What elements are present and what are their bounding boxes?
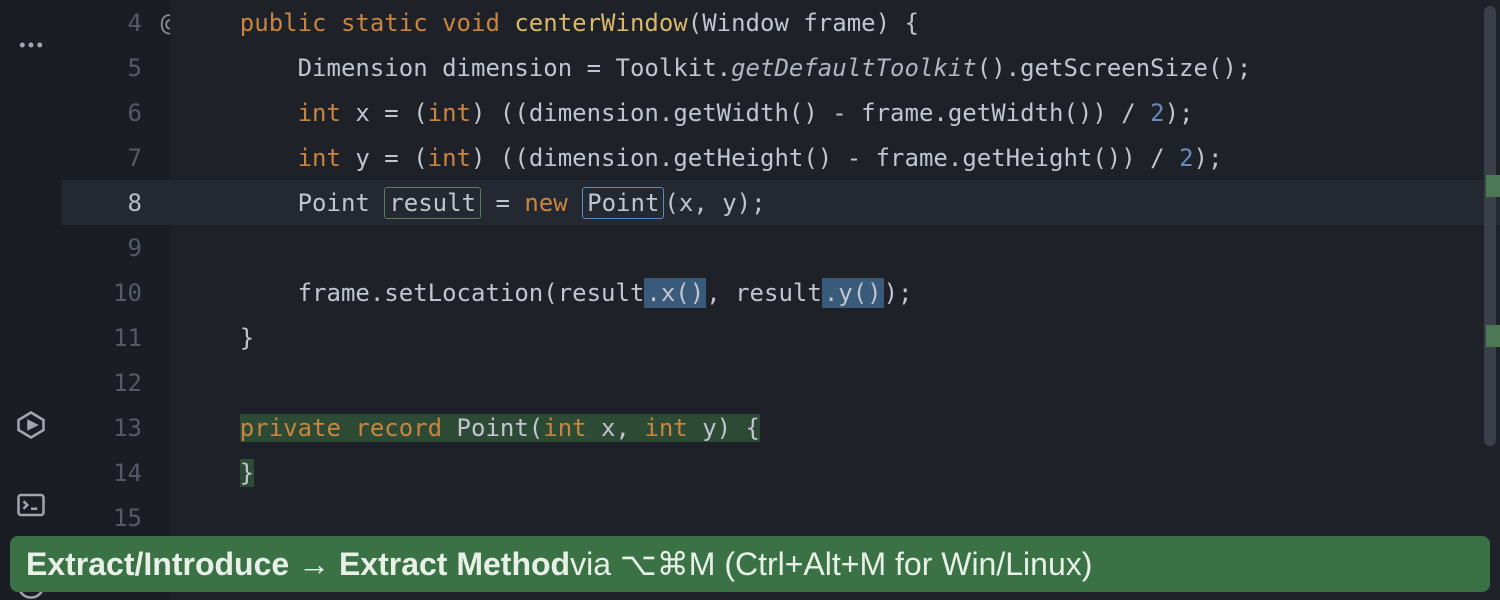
code-line[interactable]: Point result = new Point(x, y); bbox=[170, 180, 1500, 225]
code-line[interactable] bbox=[170, 495, 1500, 540]
minimap-change-mark[interactable] bbox=[1486, 325, 1500, 347]
code-editor[interactable]: public static void centerWindow(Window f… bbox=[170, 0, 1500, 600]
activity-bar bbox=[0, 0, 62, 600]
minimap-change-mark[interactable] bbox=[1486, 175, 1500, 197]
scrollbar-track[interactable] bbox=[1480, 0, 1500, 536]
code-line[interactable]: Dimension dimension = Toolkit.getDefault… bbox=[170, 45, 1500, 90]
more-icon[interactable] bbox=[16, 30, 46, 60]
tip-shortcut: via ⌥⌘M (Ctrl+Alt+M for Win/Linux) bbox=[570, 545, 1092, 583]
code-line[interactable]: int x = (int) ((dimension.getWidth() - f… bbox=[170, 90, 1500, 135]
tip-bar: Extract/Introduce → Extract Method via ⌥… bbox=[10, 536, 1490, 592]
line-number: 13 bbox=[62, 405, 170, 450]
code-line[interactable] bbox=[170, 360, 1500, 405]
code-line[interactable]: private record Point(int x, int y) { bbox=[170, 405, 1500, 450]
line-number: 10 bbox=[62, 270, 170, 315]
line-number: 14 bbox=[62, 450, 170, 495]
line-number: 11 bbox=[62, 315, 170, 360]
line-number: 4@ bbox=[62, 0, 170, 45]
run-icon[interactable] bbox=[16, 410, 46, 440]
line-number: 5 bbox=[62, 45, 170, 90]
code-line[interactable]: frame.setLocation(result.x(), result.y()… bbox=[170, 270, 1500, 315]
line-number-gutter: 4@56789101112131415 bbox=[62, 0, 170, 600]
line-number: 12 bbox=[62, 360, 170, 405]
code-line[interactable]: int y = (int) ((dimension.getHeight() - … bbox=[170, 135, 1500, 180]
line-number: 7 bbox=[62, 135, 170, 180]
line-number: 8 bbox=[62, 180, 170, 225]
code-line[interactable]: public static void centerWindow(Window f… bbox=[170, 0, 1500, 45]
code-line[interactable]: } bbox=[170, 315, 1500, 360]
tip-action: Extract/Introduce → Extract Method bbox=[26, 546, 570, 583]
code-line[interactable]: } bbox=[170, 450, 1500, 495]
scrollbar-thumb[interactable] bbox=[1484, 6, 1496, 446]
line-number: 6 bbox=[62, 90, 170, 135]
terminal-icon[interactable] bbox=[16, 490, 46, 520]
code-line[interactable] bbox=[170, 225, 1500, 270]
line-number: 9 bbox=[62, 225, 170, 270]
line-number: 15 bbox=[62, 495, 170, 540]
